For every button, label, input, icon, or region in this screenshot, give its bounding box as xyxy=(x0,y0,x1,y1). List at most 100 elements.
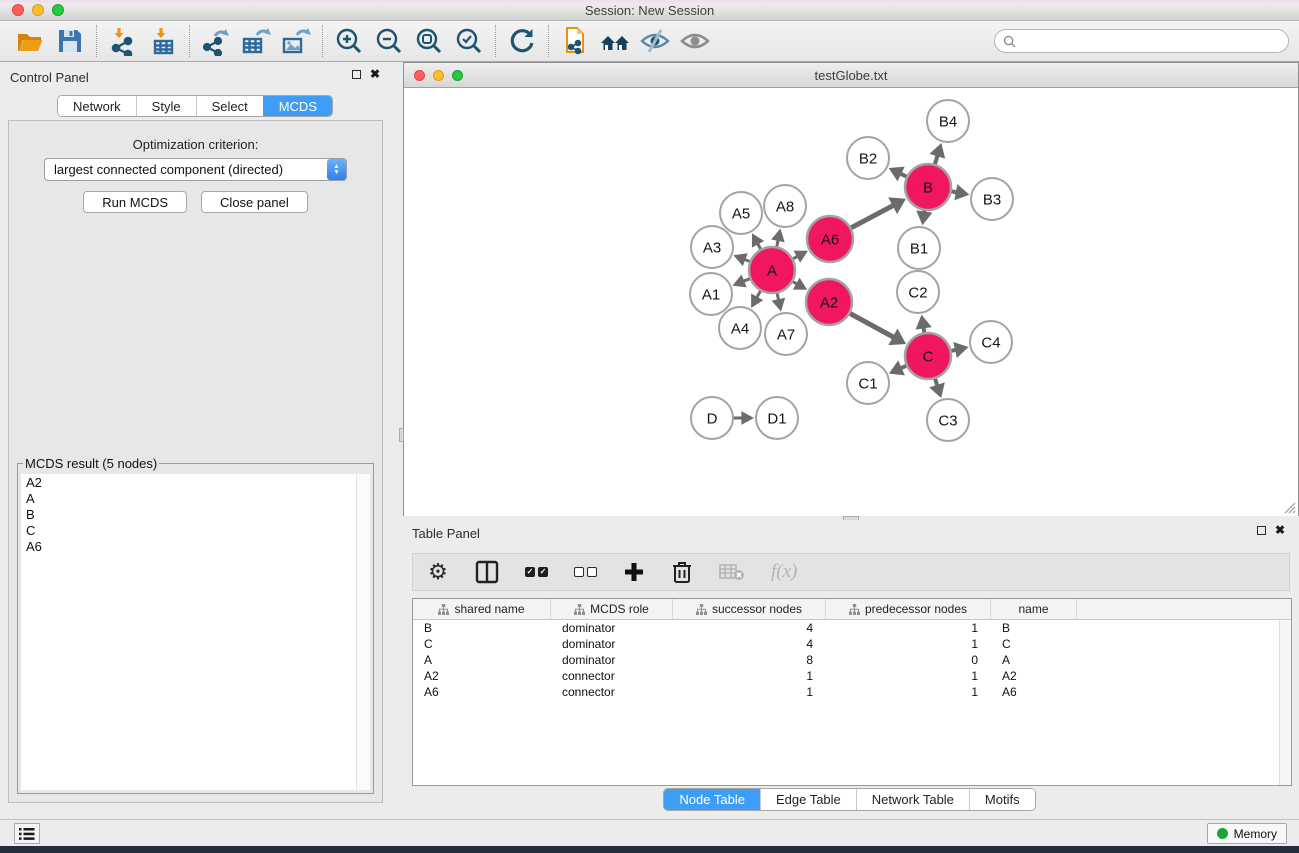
graph-node-A1[interactable]: A1 xyxy=(690,273,732,315)
add-column-button[interactable] xyxy=(623,558,645,586)
column-header-MCDS-role[interactable]: MCDS role xyxy=(551,599,673,619)
mcds-result-item[interactable]: A6 xyxy=(23,539,355,555)
tab-network[interactable]: Network xyxy=(58,96,136,116)
apply-function-button[interactable]: f(x) xyxy=(771,558,797,586)
tab-motifs[interactable]: Motifs xyxy=(969,789,1035,810)
graph-node-B1[interactable]: B1 xyxy=(898,227,940,269)
table-cell: connector xyxy=(551,669,673,683)
graph-node-A3[interactable]: A3 xyxy=(691,226,733,268)
graph-node-B2[interactable]: B2 xyxy=(847,137,889,179)
table-row[interactable]: A6connector11A6 xyxy=(413,684,1291,700)
select-all-rows-button[interactable]: ✓ ✓ xyxy=(525,558,548,586)
graph-node-C2[interactable]: C2 xyxy=(897,271,939,313)
memory-button[interactable]: Memory xyxy=(1207,823,1287,844)
table-row[interactable]: Cdominator41C xyxy=(413,636,1291,652)
tab-select[interactable]: Select xyxy=(196,96,263,116)
export-image-button[interactable] xyxy=(276,23,316,59)
graph-node-C1[interactable]: C1 xyxy=(847,362,889,404)
close-window-button[interactable] xyxy=(12,4,24,16)
tab-mcds[interactable]: MCDS xyxy=(263,96,332,116)
column-tree-icon xyxy=(849,604,860,615)
graph-node-B4[interactable]: B4 xyxy=(927,100,969,142)
graph-node-A8[interactable]: A8 xyxy=(764,185,806,227)
close-table-panel-icon[interactable]: ✖ xyxy=(1275,525,1285,535)
graph-node-A[interactable]: A xyxy=(749,247,795,293)
float-panel-icon[interactable] xyxy=(352,70,361,79)
zoom-in-button[interactable] xyxy=(329,23,369,59)
close-panel-icon[interactable]: ✖ xyxy=(370,69,380,79)
toolbar-separator xyxy=(495,25,496,57)
tab-node-table[interactable]: Node Table xyxy=(664,789,760,810)
tab-edge-table[interactable]: Edge Table xyxy=(760,789,856,810)
zoom-selected-button[interactable] xyxy=(449,23,489,59)
column-header-predecessor-nodes[interactable]: predecessor nodes xyxy=(826,599,991,619)
save-session-button[interactable] xyxy=(50,23,90,59)
import-table-button[interactable] xyxy=(143,23,183,59)
mcds-result-item[interactable]: A2 xyxy=(23,475,355,491)
mcds-result-item[interactable]: A xyxy=(23,491,355,507)
graph-node-C3[interactable]: C3 xyxy=(927,399,969,441)
show-graphics-details-button[interactable] xyxy=(675,23,715,59)
delete-column-button[interactable] xyxy=(671,558,693,586)
graph-node-A4[interactable]: A4 xyxy=(719,307,761,349)
table-row[interactable]: Adominator80A xyxy=(413,652,1291,668)
maximize-network-window-button[interactable] xyxy=(452,70,463,81)
mcds-result-listbox[interactable]: A2ABCA6 xyxy=(21,474,370,790)
table-row[interactable]: A2connector11A2 xyxy=(413,668,1291,684)
search-input[interactable] xyxy=(1021,34,1280,48)
hide-graphics-details-button[interactable] xyxy=(635,23,675,59)
home-button[interactable] xyxy=(595,23,635,59)
result-list-scrollbar[interactable] xyxy=(356,474,370,790)
close-panel-button[interactable]: Close panel xyxy=(201,191,308,213)
mcds-result-item[interactable]: B xyxy=(23,507,355,523)
float-table-panel-icon[interactable] xyxy=(1257,526,1266,535)
show-column-button[interactable] xyxy=(475,558,499,586)
graph-node-D[interactable]: D xyxy=(691,397,733,439)
column-header-shared-name[interactable]: shared name xyxy=(413,599,551,619)
graph-node-D1[interactable]: D1 xyxy=(756,397,798,439)
graph-node-B3[interactable]: B3 xyxy=(971,178,1013,220)
table-scrollbar[interactable] xyxy=(1279,621,1291,785)
graph-node-C[interactable]: C xyxy=(905,333,951,379)
minimize-window-button[interactable] xyxy=(32,4,44,16)
graph-node-A6[interactable]: A6 xyxy=(807,216,853,262)
open-session-button[interactable] xyxy=(10,23,50,59)
network-from-file-button[interactable] xyxy=(555,23,595,59)
zoom-out-button[interactable] xyxy=(369,23,409,59)
graph-node-A7[interactable]: A7 xyxy=(765,313,807,355)
graph-node-A5[interactable]: A5 xyxy=(720,192,762,234)
column-header-successor-nodes[interactable]: successor nodes xyxy=(673,599,826,619)
network-canvas[interactable]: B4 B2 B B3 A8A5 A6 A3 B1 A C2 A1 A2 A4A7 C4 C C1 D D1 C3 xyxy=(404,88,1298,516)
table-row[interactable]: Bdominator41B xyxy=(413,620,1291,636)
tab-style[interactable]: Style xyxy=(136,96,196,116)
node-label: D1 xyxy=(767,410,786,427)
export-network-button[interactable] xyxy=(196,23,236,59)
minimize-network-window-button[interactable] xyxy=(433,70,444,81)
column-header-name[interactable]: name xyxy=(991,599,1077,619)
graph-node-B[interactable]: B xyxy=(905,164,951,210)
tab-network-table[interactable]: Network Table xyxy=(856,789,969,810)
vertical-split-handle[interactable] xyxy=(399,428,404,442)
delete-table-button[interactable] xyxy=(719,558,745,586)
resize-grip-icon[interactable] xyxy=(1282,500,1296,514)
graph-node-A2[interactable]: A2 xyxy=(806,279,852,325)
export-table-button[interactable] xyxy=(236,23,276,59)
criterion-dropdown[interactable]: largest connected component (directed) ▲… xyxy=(44,158,347,181)
maximize-window-button[interactable] xyxy=(52,4,64,16)
close-network-window-button[interactable] xyxy=(414,70,425,81)
table-settings-button[interactable]: ⚙ xyxy=(427,558,449,586)
zoom-fit-button[interactable] xyxy=(409,23,449,59)
network-window-titlebar[interactable]: testGlobe.txt xyxy=(404,63,1298,88)
mcds-result-item[interactable]: C xyxy=(23,523,355,539)
table-cell: 1 xyxy=(826,669,991,683)
network-graph[interactable]: B4 B2 B B3 A8A5 A6 A3 B1 A C2 A1 A2 A4A7 C4 C C1 D D1 C3 xyxy=(404,88,1298,516)
export-table-icon xyxy=(241,26,271,56)
run-mcds-button[interactable]: Run MCDS xyxy=(83,191,187,213)
import-network-button[interactable] xyxy=(103,23,143,59)
deselect-all-rows-button[interactable] xyxy=(574,558,597,586)
refresh-view-button[interactable] xyxy=(502,23,542,59)
column-tree-icon xyxy=(574,604,585,615)
task-history-button[interactable] xyxy=(14,823,40,844)
graph-node-C4[interactable]: C4 xyxy=(970,321,1012,363)
search-field[interactable] xyxy=(994,29,1289,53)
